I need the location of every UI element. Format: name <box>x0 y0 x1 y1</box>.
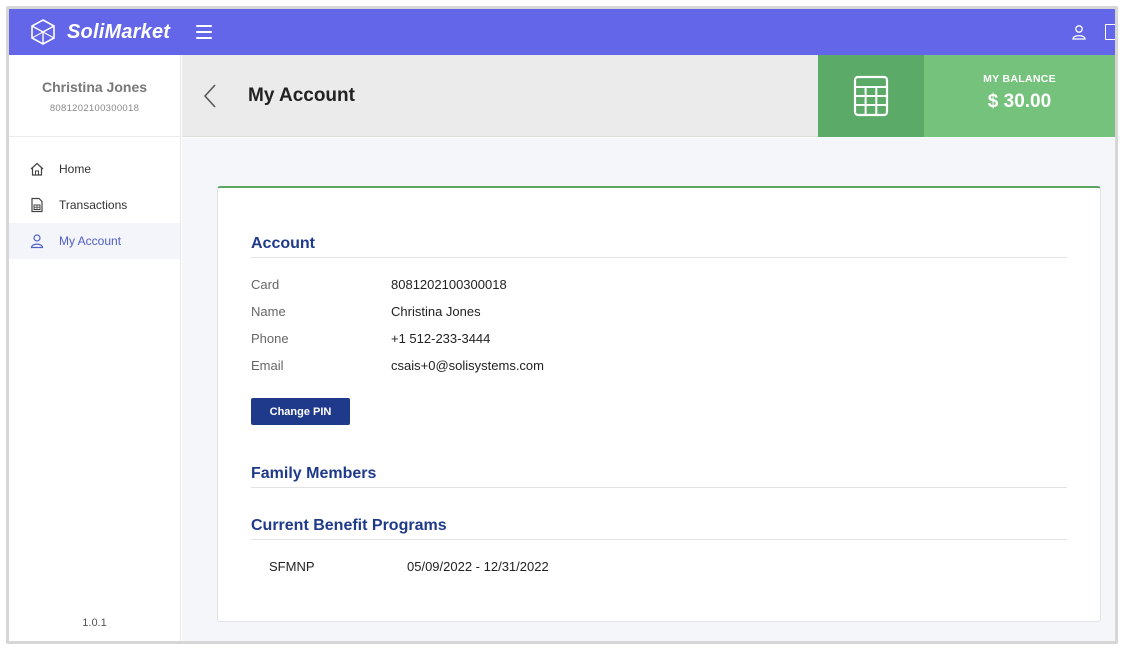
sidebar-item-transactions[interactable]: Transactions <box>9 187 180 223</box>
divider <box>251 487 1067 488</box>
sidebar: Christina Jones 8081202100300018 Home Tr… <box>9 55 181 641</box>
user-icon <box>30 234 44 249</box>
cube-logo-icon <box>31 19 55 45</box>
profile-name: Christina Jones <box>41 79 148 95</box>
email-label: Email <box>251 358 284 373</box>
sidebar-item-my-account[interactable]: My Account <box>9 223 180 259</box>
top-right-actions <box>1071 9 1115 55</box>
calculator-icon <box>853 75 889 117</box>
receipt-icon <box>31 197 43 213</box>
program-name: SFMNP <box>269 559 315 574</box>
sidebar-item-home[interactable]: Home <box>9 151 180 187</box>
user-icon[interactable] <box>1071 24 1087 40</box>
chevron-left-icon[interactable] <box>200 81 220 111</box>
logout-icon[interactable] <box>1105 24 1115 40</box>
sidebar-item-label: Home <box>59 162 92 176</box>
sidebar-item-label: Transactions <box>59 198 128 212</box>
divider <box>251 539 1067 540</box>
sidebar-nav: Home Transactions My Account <box>9 151 180 259</box>
brand-name: SoliMarket <box>67 20 171 43</box>
calculator-tile[interactable] <box>818 55 924 137</box>
program-dates: 05/09/2022 - 12/31/2022 <box>407 559 549 574</box>
balance-tile: MY BALANCE $ 30.00 <box>924 55 1115 137</box>
sidebar-item-label: My Account <box>59 234 122 248</box>
name-value: Christina Jones <box>391 304 481 319</box>
page-header: My Account <box>182 55 818 137</box>
card-label: Card <box>251 277 280 292</box>
brand-logo[interactable]: SoliMarket <box>29 18 170 46</box>
phone-label: Phone <box>251 331 289 346</box>
name-label: Name <box>251 304 286 319</box>
profile-summary: Christina Jones 8081202100300018 <box>9 55 180 137</box>
email-value: csais+0@solisystems.com <box>391 358 544 373</box>
home-icon <box>30 162 44 176</box>
top-bar: SoliMarket <box>9 9 1115 55</box>
account-card: Account Card 8081202100300018 Name Chris… <box>217 186 1101 622</box>
account-section-title: Account <box>251 235 315 252</box>
profile-card-number: 8081202100300018 <box>49 103 140 114</box>
divider <box>251 257 1067 258</box>
balance-label: MY BALANCE <box>983 73 1056 85</box>
phone-value: +1 512-233-3444 <box>391 331 491 346</box>
app-window: SoliMarket Christina Jones 8081202100300… <box>6 6 1118 644</box>
balance-value: $ 30.00 <box>987 91 1052 112</box>
card-value: 8081202100300018 <box>391 277 507 292</box>
change-pin-button[interactable]: Change PIN <box>251 398 350 425</box>
app-version: 1.0.1 <box>82 617 107 629</box>
family-section-title: Family Members <box>251 465 377 482</box>
hamburger-menu-icon[interactable] <box>196 25 213 39</box>
page-title: My Account <box>248 84 355 106</box>
programs-section-title: Current Benefit Programs <box>251 517 447 534</box>
